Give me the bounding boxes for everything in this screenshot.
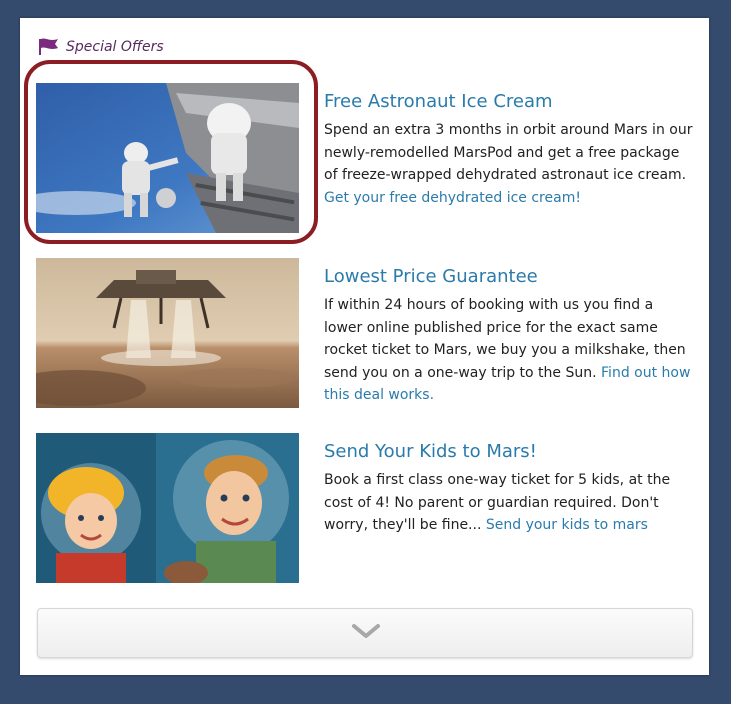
offer-description: Book a first class one-way ticket for 5 …: [324, 469, 694, 537]
offer-image-retro-kids[interactable]: [36, 433, 299, 583]
offer-kids-to-mars: Send Your Kids to Mars! Book a first cla…: [36, 433, 696, 583]
special-offers-title: Special Offers: [66, 39, 164, 55]
offer-description-text: Spend an extra 3 months in orbit around …: [324, 122, 693, 183]
offer-image-mars-lander[interactable]: [36, 258, 299, 408]
offer-description: Spend an extra 3 months in orbit around …: [324, 119, 694, 209]
special-offers-panel: Special Offers Free Astronaut Ice Cream …: [20, 18, 709, 675]
offer-title[interactable]: Free Astronaut Ice Cream: [324, 91, 694, 113]
chevron-down-icon: [352, 623, 380, 643]
offer-ice-cream: Free Astronaut Ice Cream Spend an extra …: [36, 83, 696, 243]
offer-description: If within 24 hours of booking with us yo…: [324, 294, 694, 407]
offer-link-kids-to-mars[interactable]: Send your kids to mars: [486, 517, 648, 533]
offer-image-astronauts[interactable]: [36, 83, 299, 233]
offer-text: Lowest Price Guarantee If within 24 hour…: [324, 258, 694, 407]
offer-text: Send Your Kids to Mars! Book a first cla…: [324, 433, 694, 537]
offer-link-ice-cream[interactable]: Get your free dehydrated ice cream!: [324, 190, 581, 206]
show-more-button[interactable]: [37, 608, 693, 658]
flag-icon: [38, 38, 60, 56]
offer-text: Free Astronaut Ice Cream Spend an extra …: [324, 83, 694, 209]
offer-title[interactable]: Send Your Kids to Mars!: [324, 441, 694, 463]
offer-price-guarantee: Lowest Price Guarantee If within 24 hour…: [36, 258, 696, 408]
special-offers-header: Special Offers: [38, 38, 164, 56]
offer-title[interactable]: Lowest Price Guarantee: [324, 266, 694, 288]
